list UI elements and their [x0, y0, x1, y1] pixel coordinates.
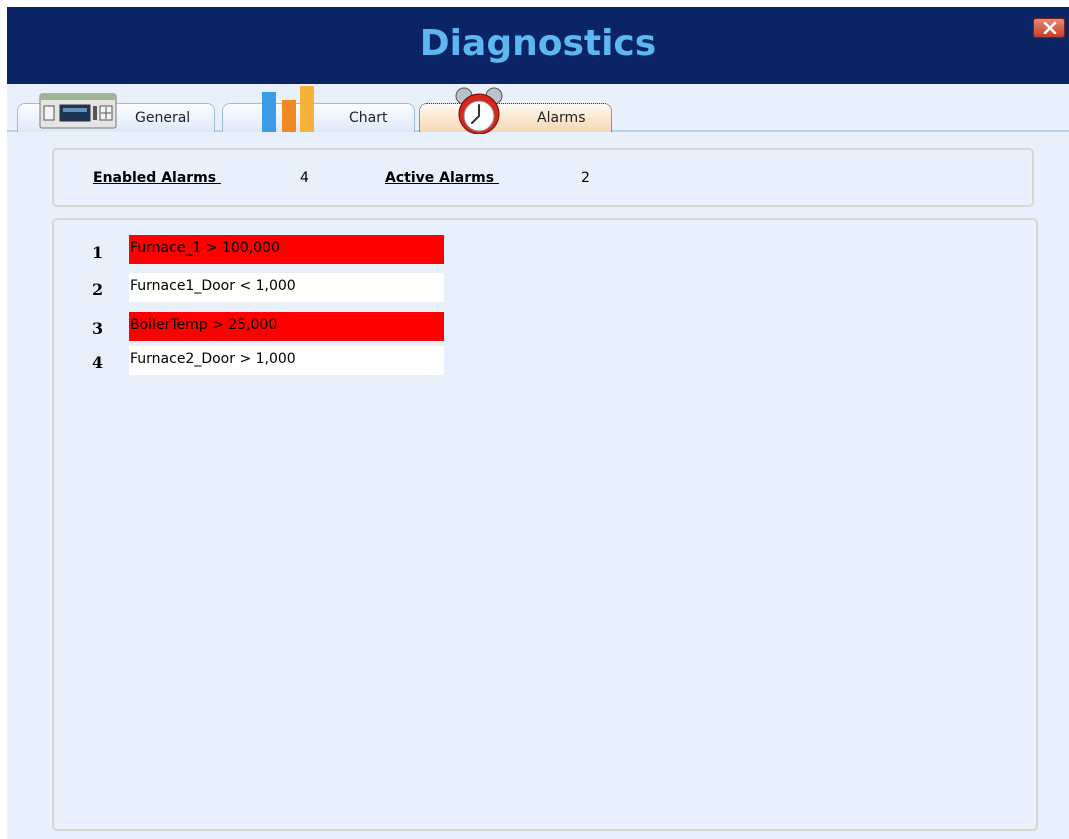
tab-chart-label: Chart: [349, 110, 388, 126]
enabled-alarms-label: Enabled Alarms: [93, 170, 221, 186]
title-bar: Diagnostics: [7, 7, 1069, 84]
diagnostics-window: Diagnostics General Chart Alarms Enabled…: [7, 7, 1069, 839]
tab-strip: General Chart Alarms: [7, 84, 1069, 140]
close-button[interactable]: [1033, 18, 1065, 38]
alarm-row-3: BoilerTemp > 25,000: [129, 312, 444, 341]
alarm-clock-icon: [455, 87, 503, 134]
active-alarms-count: 2: [581, 170, 590, 186]
close-x-icon: [1043, 22, 1057, 34]
plc-device-icon: [39, 93, 117, 129]
alarm-index-3: 3: [92, 319, 104, 338]
bar-chart-icon: [262, 86, 314, 132]
alarm-row-1: Furnace_1 > 100,000: [129, 235, 444, 264]
alarm-row-4: Furnace2_Door > 1,000: [129, 346, 444, 375]
tab-chart[interactable]: Chart: [222, 86, 415, 132]
window-title: Diagnostics: [419, 23, 657, 64]
tab-general[interactable]: General: [17, 93, 215, 132]
tab-general-label: General: [135, 110, 191, 126]
alarm-row-2: Furnace1_Door < 1,000: [129, 273, 444, 302]
alarm-index-4: 4: [92, 353, 104, 372]
alarm-list-panel: 1 Furnace_1 > 100,000 2 Furnace1_Door < …: [52, 218, 1038, 831]
alarm-index-1: 1: [92, 243, 104, 262]
alarm-summary-panel: Enabled Alarms 4 Active Alarms 2: [52, 148, 1034, 207]
tab-alarms[interactable]: Alarms: [419, 87, 612, 134]
tab-alarms-label: Alarms: [537, 110, 586, 126]
enabled-alarms-count: 4: [300, 170, 309, 186]
active-alarms-label: Active Alarms: [385, 170, 499, 186]
alarm-index-2: 2: [92, 280, 104, 299]
